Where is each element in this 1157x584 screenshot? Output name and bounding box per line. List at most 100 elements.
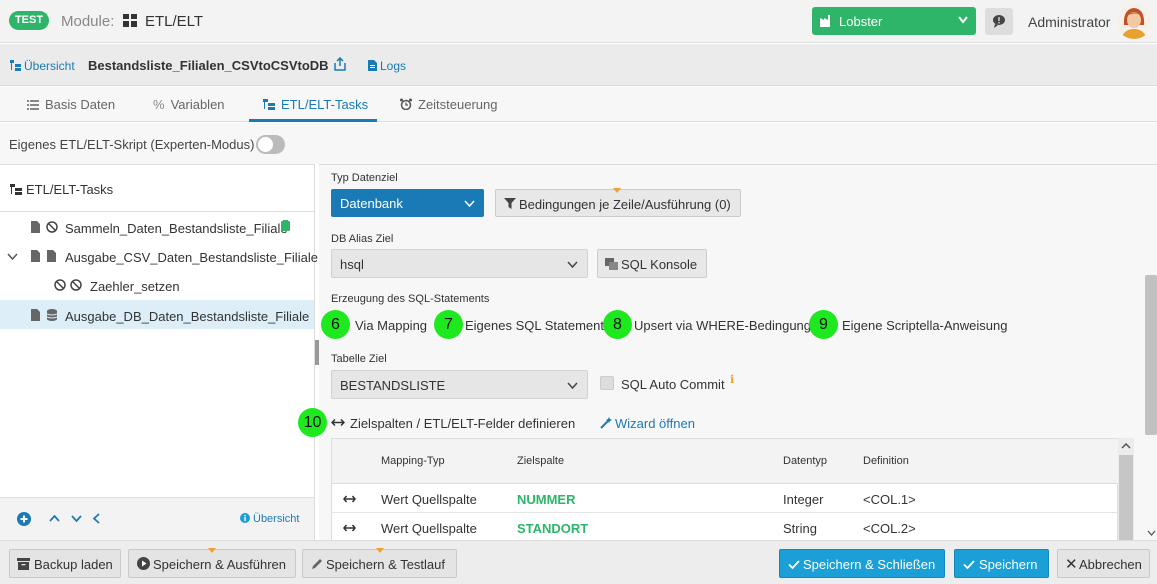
disabled-icon: [70, 279, 82, 291]
footer-overview-link[interactable]: Übersicht: [240, 513, 299, 525]
table-label: Tabelle Ziel: [331, 353, 387, 365]
cell-definition: <COL.1>: [863, 492, 916, 507]
table-select[interactable]: BESTANDSLISTE: [331, 370, 588, 399]
file-icon: [31, 221, 40, 233]
disabled-icon: [46, 221, 58, 233]
tree-item[interactable]: Zaehler_setzen: [0, 271, 314, 300]
arrows-horizontal-icon: [343, 495, 356, 503]
percent-icon: %: [153, 97, 165, 112]
option-marker[interactable]: 8: [603, 310, 632, 339]
wizard-link[interactable]: Wizard öffnen: [600, 416, 695, 431]
columns-heading: Zielspalten / ETL/ELT-Felder definieren: [350, 416, 576, 431]
conditions-button-label: Bedingungen je Zeile/Ausführung (0): [519, 197, 731, 212]
option-marker[interactable]: 7: [434, 310, 463, 339]
save-close-button[interactable]: Speichern & Schließen: [779, 549, 945, 578]
cell-datatype: Integer: [783, 492, 824, 507]
chat-button[interactable]: [985, 8, 1013, 35]
chevron-left-icon[interactable]: [93, 513, 100, 524]
option-via-mapping[interactable]: Via Mapping: [355, 318, 427, 333]
tree-item-selected[interactable]: Ausgabe_DB_Daten_Bestandsliste_Filiale: [0, 300, 314, 329]
tab-label: Variablen: [170, 97, 225, 112]
auto-commit-checkbox[interactable]: [600, 376, 614, 390]
active-tab-indicator: [249, 119, 377, 122]
task-tree-panel: ETL/ELT-Tasks Sammeln_Daten_Bestandslist…: [0, 164, 318, 541]
table-row[interactable]: Wert Quellspalte NUMMER Integer <COL.1>: [332, 484, 1119, 513]
footer-overview-label: Übersicht: [253, 513, 300, 525]
scrollbar-thumb[interactable]: [1119, 455, 1133, 541]
db-alias-select[interactable]: hsql: [331, 249, 588, 278]
save-run-button[interactable]: Speichern & Ausführen: [128, 549, 296, 578]
column-header[interactable]: Zielspalte: [517, 455, 564, 467]
tree-item[interactable]: Sammeln_Daten_Bestandsliste_Filiale: [0, 213, 314, 242]
file-icon: [31, 309, 40, 321]
user-name[interactable]: Administrator: [1028, 14, 1110, 30]
clipboard-icon: [281, 220, 290, 231]
conditions-button[interactable]: Bedingungen je Zeile/Ausführung (0): [495, 189, 741, 217]
divider: [0, 211, 314, 212]
tasks-icon: [10, 184, 22, 195]
task-detail-form: Typ Datenziel Datenbank Bedingungen je Z…: [298, 164, 1157, 542]
logs-link-label: Logs: [380, 59, 407, 73]
cell-mapping-type: Wert Quellspalte: [381, 521, 477, 536]
logs-link[interactable]: Logs: [368, 59, 406, 73]
expert-mode-toggle[interactable]: [256, 135, 285, 154]
option-marker[interactable]: 9: [809, 310, 838, 339]
overview-link-label: Übersicht: [24, 59, 75, 73]
chevron-down-icon: [567, 382, 578, 389]
file-icon: [31, 250, 40, 262]
chevron-up-icon[interactable]: [49, 515, 60, 522]
action-bar: Backup laden Speichern & Ausführen Speic…: [0, 540, 1157, 584]
option-own-sql[interactable]: Eigenes SQL Statement: [465, 318, 604, 333]
badge-marker: [376, 548, 384, 553]
table-row[interactable]: Wert Quellspalte STANDORT String <COL.2>: [332, 513, 1119, 542]
option-upsert[interactable]: Upsert via WHERE-Bedingung: [634, 318, 811, 333]
tab-etl-tasks[interactable]: ETL/ELT-Tasks: [263, 97, 368, 112]
archive-icon: [17, 558, 30, 570]
tree-item[interactable]: Ausgabe_CSV_Daten_Bestandsliste_Filiale: [0, 242, 318, 271]
alarm-clock-icon: [400, 98, 412, 111]
tab-variablen[interactable]: % Variablen: [153, 97, 225, 112]
table-scrollbar[interactable]: [1118, 438, 1134, 541]
org-select[interactable]: Lobster: [812, 7, 976, 35]
tab-basis-daten[interactable]: Basis Daten: [27, 97, 115, 112]
tab-label: ETL/ELT-Tasks: [281, 97, 369, 112]
panel-scrollbar-thumb[interactable]: [1145, 275, 1157, 435]
cancel-button[interactable]: ✕ Abbrechen: [1057, 549, 1150, 578]
add-icon[interactable]: [17, 512, 31, 526]
column-header[interactable]: Datentyp: [783, 455, 827, 467]
expert-mode-row: Eigenes ETL/ELT-Skript (Experten-Modus): [0, 123, 1157, 164]
overview-link[interactable]: Übersicht: [10, 59, 75, 73]
disabled-icon: [54, 279, 66, 291]
close-icon: ✕: [1065, 556, 1078, 573]
database-icon: [47, 309, 57, 321]
arrows-horizontal-icon: [343, 524, 356, 532]
export-icon[interactable]: [333, 57, 347, 71]
env-badge: TEST: [9, 11, 49, 30]
table-header: Mapping-Typ Zielspalte Datentyp Definiti…: [332, 439, 1119, 484]
check-icon: [788, 560, 800, 569]
save-button[interactable]: Speichern: [954, 549, 1049, 578]
expert-mode-label: Eigenes ETL/ELT-Skript (Experten-Modus): [9, 137, 255, 152]
option-scriptella[interactable]: Eigene Scriptella-Anweisung: [842, 318, 1007, 333]
load-backup-button[interactable]: Backup laden: [9, 549, 121, 578]
save-close-label: Speichern & Schließen: [803, 557, 936, 572]
module-grid-icon: [123, 14, 137, 27]
play-circle-icon: [137, 557, 150, 570]
factory-icon: [820, 15, 830, 27]
chevron-down-icon[interactable]: [7, 253, 18, 260]
avatar[interactable]: [1116, 3, 1152, 39]
column-header[interactable]: Definition: [863, 455, 909, 467]
column-header[interactable]: Mapping-Typ: [381, 455, 445, 467]
chevron-down-icon[interactable]: [71, 515, 82, 522]
file-icon: [368, 60, 377, 71]
sql-console-button[interactable]: SQL Konsole: [597, 249, 707, 278]
option-marker[interactable]: 6: [321, 310, 350, 339]
tab-label: Basis Daten: [45, 97, 116, 112]
tab-zeitsteuerung[interactable]: Zeitsteuerung: [400, 97, 498, 112]
chat-icon: [993, 15, 1005, 28]
save-test-button[interactable]: Speichern & Testlauf: [302, 549, 457, 578]
info-icon[interactable]: ℹ: [730, 373, 734, 386]
target-type-select[interactable]: Datenbank: [331, 189, 484, 217]
cell-target-column: NUMMER: [517, 492, 576, 507]
chevron-down-icon[interactable]: [1147, 530, 1156, 536]
